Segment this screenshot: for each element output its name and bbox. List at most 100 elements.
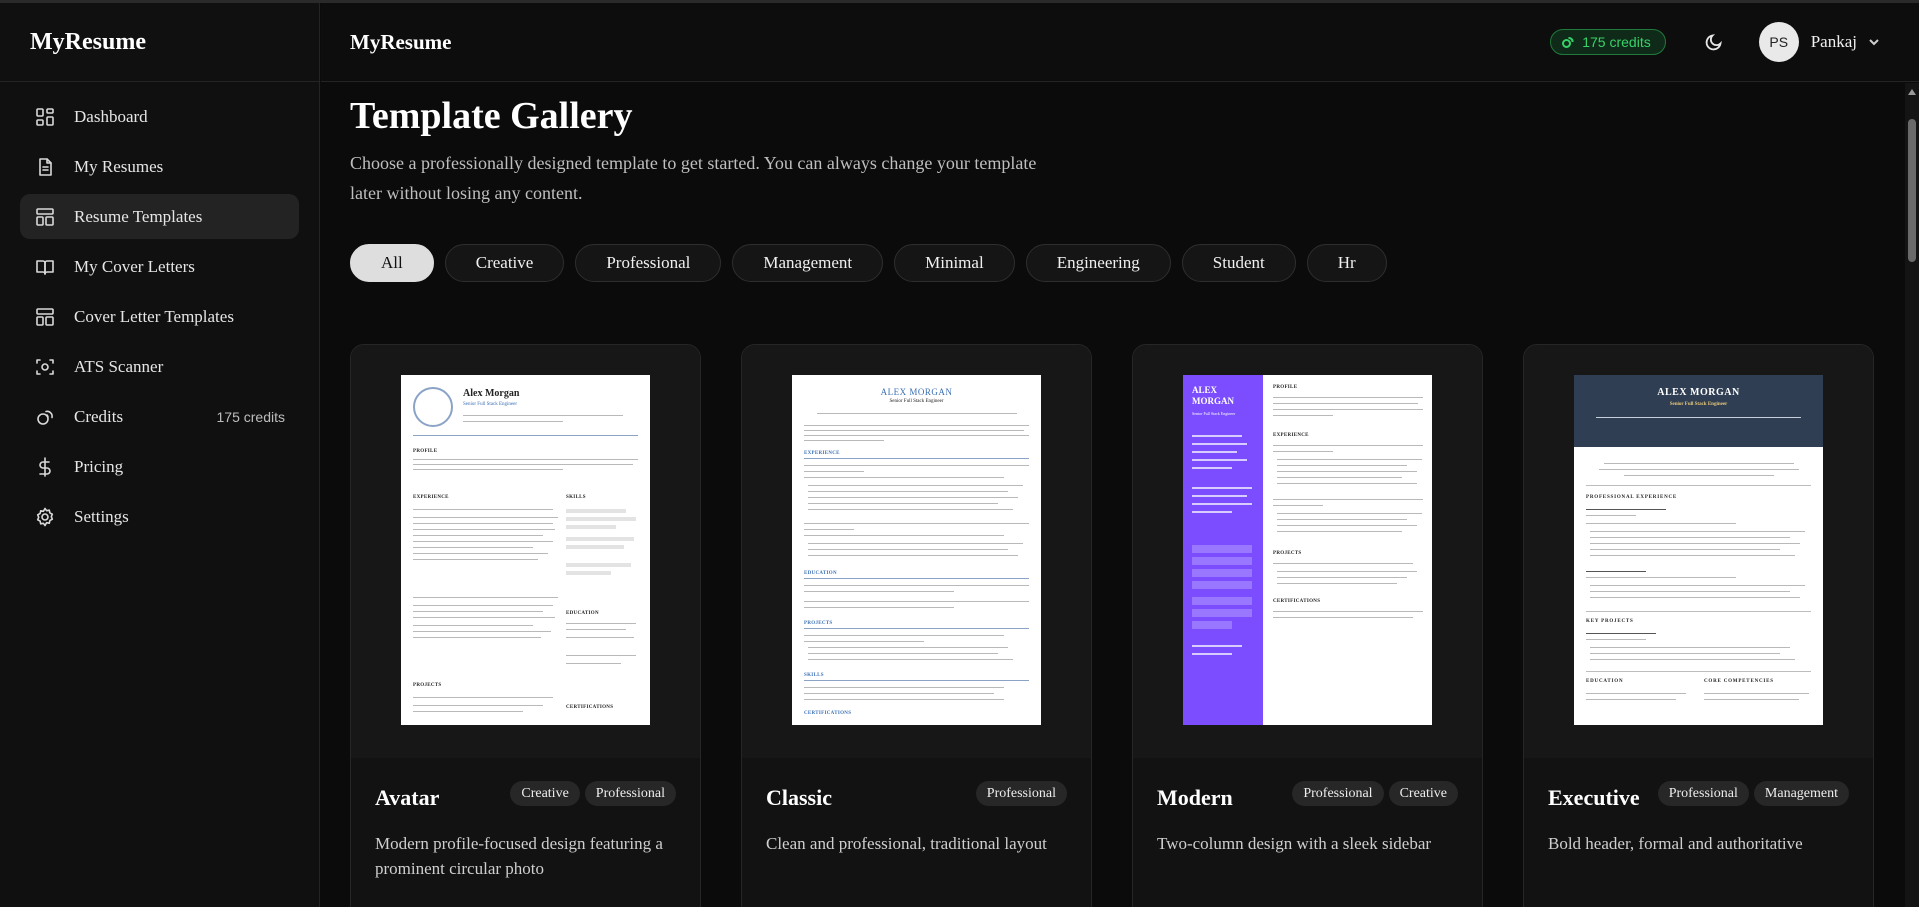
vertical-scrollbar[interactable]: [1905, 83, 1919, 907]
sidebar-item-label: Cover Letter Templates: [74, 306, 234, 326]
document-icon: [35, 157, 55, 177]
sidebar-item-label: My Resumes: [74, 156, 164, 176]
executive-header-band: [1574, 375, 1823, 447]
preview-name: Alex Morgan: [463, 388, 520, 399]
filter-chip-student[interactable]: Student: [1181, 244, 1296, 282]
template-name: Avatar: [375, 785, 440, 810]
template-tag: Creative: [510, 781, 580, 806]
template-preview: ALEX MORGAN Senior Full Stack Engineer E…: [742, 345, 1091, 758]
filter-chip-minimal[interactable]: Minimal: [894, 244, 1015, 282]
template-preview: Alex Morgan Senior Full Stack Engineer P…: [351, 345, 700, 758]
preview-name: ALEX MORGAN: [1657, 387, 1740, 398]
main-content: Template Gallery Choose a professionally…: [321, 83, 1905, 907]
template-tags: Professional Creative: [1287, 781, 1458, 806]
filter-chip-professional[interactable]: Professional: [575, 244, 722, 282]
template-preview: ALEX MORGAN Senior Full Stack Engineer P…: [1133, 345, 1482, 758]
template-description: Bold header, formal and authoritative: [1548, 834, 1803, 853]
sidebar-item-label: Resume Templates: [74, 206, 203, 226]
filter-chip-creative[interactable]: Creative: [444, 244, 565, 282]
filter-chip-management[interactable]: Management: [732, 244, 884, 282]
sidebar-item-label: Credits: [74, 406, 124, 426]
app-window: MyResume Dashboard My Resumes Resume Tem…: [0, 0, 1919, 907]
preview-heading: EDUCATION: [566, 611, 599, 616]
preview-heading: EXPERIENCE: [804, 451, 840, 456]
sidebar-item-settings[interactable]: Settings: [20, 494, 299, 539]
template-tags: Professional: [971, 781, 1067, 806]
preview-heading: PROFILE: [413, 449, 438, 454]
filter-chip-engineering[interactable]: Engineering: [1025, 244, 1171, 282]
preview-role: Senior Full Stack Engineer: [889, 399, 944, 404]
scan-icon: [35, 357, 55, 377]
preview-name-line2: MORGAN: [1192, 396, 1234, 406]
preview-heading: CERTIFICATIONS: [804, 711, 852, 716]
preview-heading: PROJECTS: [804, 621, 833, 626]
template-tag: Management: [1753, 781, 1849, 806]
preview-heading: CORE COMPETENCIES: [1704, 679, 1774, 684]
category-filters: All Creative Professional Management Min…: [350, 244, 1398, 282]
template-tag: Creative: [1388, 781, 1458, 806]
preview-heading: PROJECTS: [413, 683, 442, 688]
sidebar-item-credits[interactable]: Credits 175 credits: [20, 394, 299, 439]
sidebar-nav: Dashboard My Resumes Resume Templates My…: [0, 82, 319, 556]
user-avatar[interactable]: PS: [1758, 22, 1799, 62]
preview-heading: SKILLS: [804, 673, 824, 678]
scrollbar-thumb[interactable]: [1908, 119, 1916, 262]
preview-name: ALEX MORGAN: [880, 387, 953, 397]
preview-heading: KEY PROJECTS: [1586, 619, 1634, 624]
chevron-down-icon[interactable]: [1867, 35, 1881, 49]
sidebar-item-ats-scanner[interactable]: ATS Scanner: [20, 344, 299, 389]
template-card-classic[interactable]: ALEX MORGAN Senior Full Stack Engineer E…: [741, 344, 1092, 907]
header-title: MyResume: [350, 29, 452, 54]
preview-heading: CERTIFICATIONS: [566, 705, 614, 710]
template-tag: Professional: [1657, 781, 1749, 806]
preview-name-line1: ALEX: [1192, 385, 1218, 395]
credits-badge[interactable]: 175 credits: [1550, 29, 1666, 55]
template-tag: Professional: [1292, 781, 1384, 806]
template-card-body: Modern Professional Creative Two-column …: [1133, 773, 1482, 856]
template-icon: [35, 207, 55, 227]
template-grid: Alex Morgan Senior Full Stack Engineer P…: [350, 344, 1874, 907]
resume-preview-avatar: Alex Morgan Senior Full Stack Engineer P…: [401, 375, 650, 725]
sidebar: MyResume Dashboard My Resumes Resume Tem…: [0, 3, 320, 907]
moon-icon: [1705, 34, 1722, 51]
template-card-avatar[interactable]: Alex Morgan Senior Full Stack Engineer P…: [350, 344, 701, 907]
dollar-icon: [35, 456, 55, 477]
preview-heading: EDUCATION: [1586, 679, 1624, 684]
template-name: Modern: [1157, 785, 1233, 810]
preview-heading: PROJECTS: [1273, 551, 1302, 556]
preview-heading: EDUCATION: [804, 571, 837, 576]
scroll-up-arrow-icon[interactable]: [1908, 89, 1916, 95]
sidebar-item-pricing[interactable]: Pricing: [20, 444, 299, 489]
sidebar-item-my-resumes[interactable]: My Resumes: [20, 144, 299, 189]
filter-chip-hr[interactable]: Hr: [1306, 244, 1387, 282]
filter-chip-all[interactable]: All: [350, 244, 434, 282]
preview-heading: EXPERIENCE: [413, 495, 449, 500]
resume-preview-modern: ALEX MORGAN Senior Full Stack Engineer P…: [1183, 375, 1432, 725]
sidebar-item-resume-templates[interactable]: Resume Templates: [20, 194, 299, 239]
user-name[interactable]: Pankaj: [1811, 32, 1857, 52]
gear-icon: [35, 507, 55, 527]
preview-heading: EXPERIENCE: [1273, 433, 1309, 438]
sidebar-item-my-cover-letters[interactable]: My Cover Letters: [20, 244, 299, 289]
preview-role: Senior Full Stack Engineer: [1192, 411, 1236, 416]
preview-role: Senior Full Stack Engineer: [463, 402, 518, 407]
template-card-modern[interactable]: ALEX MORGAN Senior Full Stack Engineer P…: [1132, 344, 1483, 907]
template-card-executive[interactable]: ALEX MORGAN Senior Full Stack Engineer P…: [1523, 344, 1874, 907]
sidebar-item-cover-letter-templates[interactable]: Cover Letter Templates: [20, 294, 299, 339]
template-name: Executive: [1548, 785, 1640, 810]
sidebar-item-label: Pricing: [74, 456, 124, 476]
template-tag: Professional: [584, 781, 676, 806]
template-card-body: Classic Professional Clean and professio…: [742, 773, 1091, 856]
sidebar-item-dashboard[interactable]: Dashboard: [20, 94, 299, 139]
page-subtitle: Choose a professionally designed templat…: [350, 153, 1037, 203]
avatar-photo-circle: [413, 387, 453, 427]
template-card-body: Executive Professional Management Bold h…: [1524, 773, 1873, 856]
preview-heading: PROFESSIONAL EXPERIENCE: [1586, 495, 1678, 500]
theme-toggle-button[interactable]: [1700, 28, 1728, 56]
top-header: MyResume 175 credits PS Pankaj: [321, 3, 1919, 82]
template-name: Classic: [766, 785, 832, 810]
preview-heading: SKILLS: [566, 495, 586, 500]
sidebar-item-label: ATS Scanner: [74, 356, 164, 376]
credits-count: 175 credits: [216, 408, 285, 425]
sidebar-brand[interactable]: MyResume: [0, 3, 319, 82]
